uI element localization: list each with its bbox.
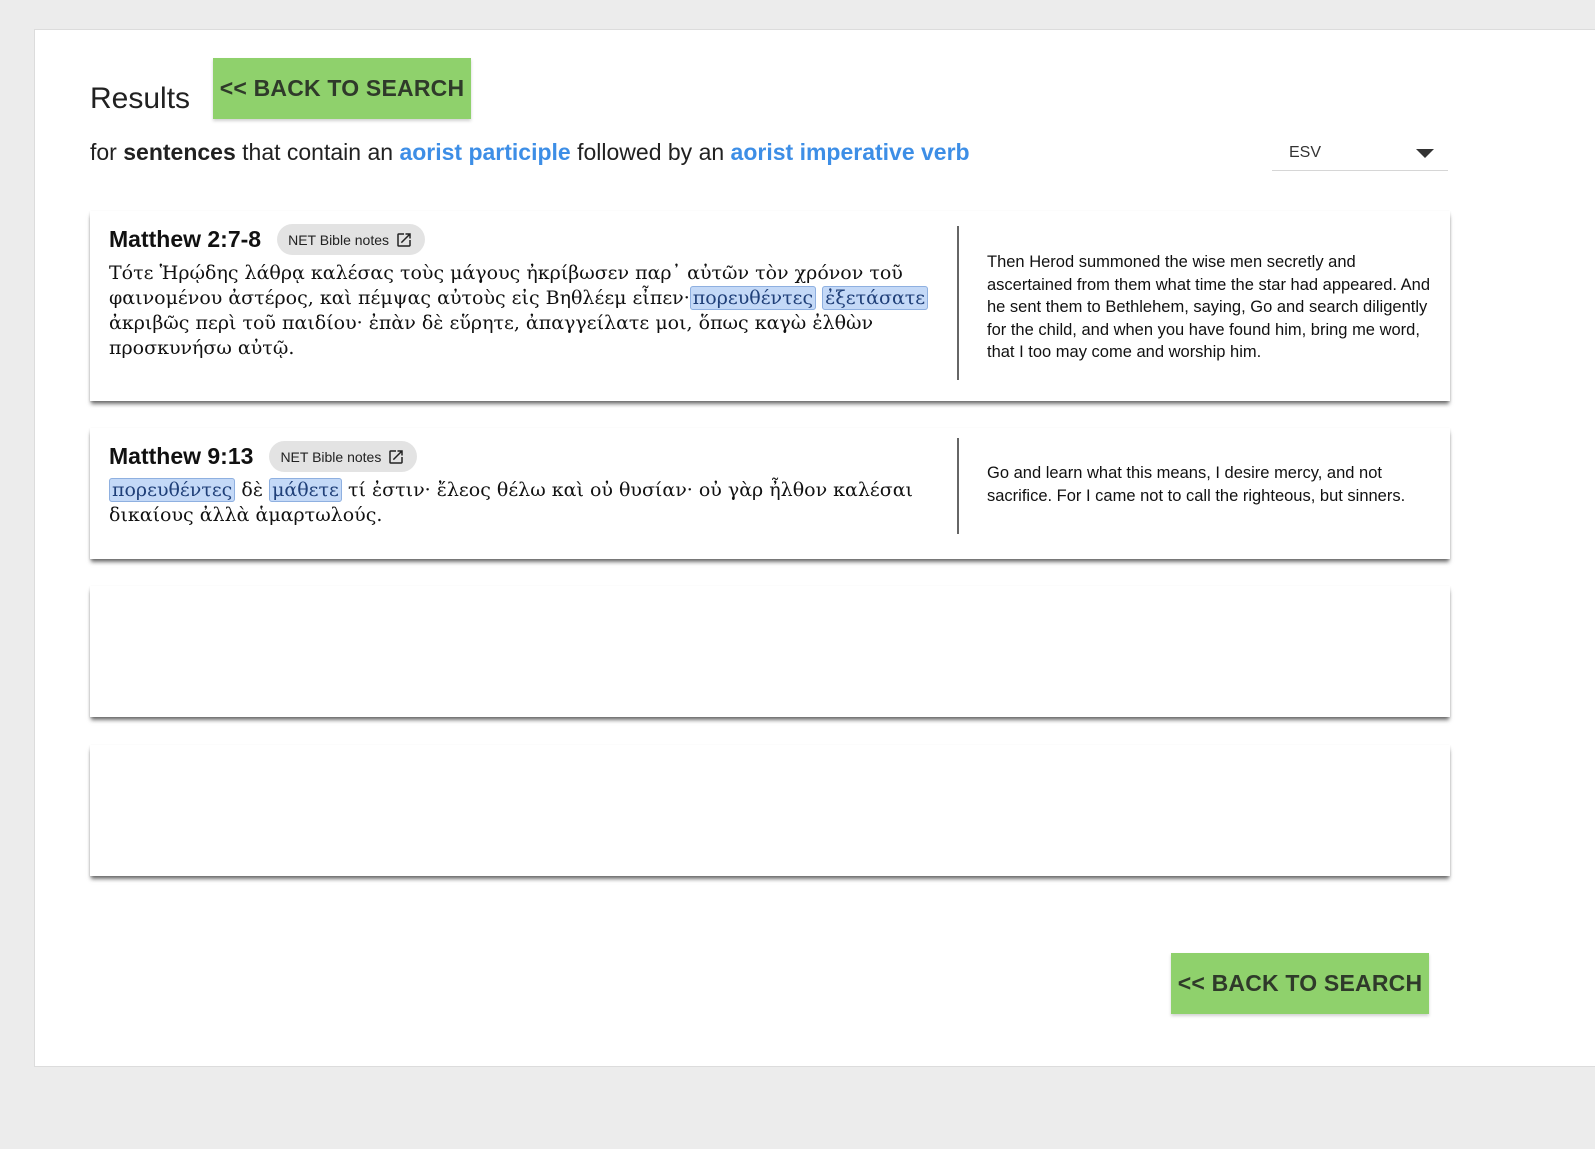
english-text: Then Herod summoned the wise men secretl… xyxy=(987,253,1431,362)
translation-select[interactable]: ESV xyxy=(1272,136,1448,171)
page-title: Results xyxy=(90,82,191,115)
column-divider xyxy=(957,438,959,534)
english-text: Go and learn what this means, I desire m… xyxy=(987,464,1406,505)
net-bible-notes-label: NET Bible notes xyxy=(288,231,389,248)
results-page: Results << BACK TO SEARCH for sentences … xyxy=(34,29,1595,1067)
empty-result-card xyxy=(90,745,1450,876)
result-card: Matthew 2:7-8 NET Bible notes Τότε Ἡρῴδη… xyxy=(90,211,1450,401)
query-term-2: aorist imperative verb xyxy=(730,139,970,165)
greek-text: Τότε Ἡρῴδης λάθρᾳ καλέσας τοὺς μάγους ἠκ… xyxy=(109,261,939,361)
back-to-search-button-bottom[interactable]: << BACK TO SEARCH xyxy=(1171,953,1429,1014)
greek-column: Matthew 2:7-8 NET Bible notes Τότε Ἡρῴδη… xyxy=(109,223,939,361)
translation-select-value: ESV xyxy=(1289,144,1322,161)
column-divider xyxy=(957,226,959,380)
open-in-new-icon xyxy=(389,449,404,464)
query-term-1: aorist participle xyxy=(399,139,571,165)
verse-reference: Matthew 2:7-8 xyxy=(109,226,262,252)
back-to-search-button[interactable]: << BACK TO SEARCH xyxy=(213,58,471,119)
open-in-new-icon xyxy=(397,232,411,247)
net-bible-notes-label: NET Bible notes xyxy=(280,448,382,465)
highlighted-imperative[interactable]: μάθετε xyxy=(269,478,342,502)
query-unit: sentences xyxy=(123,139,236,165)
query-description: for sentences that contain an aorist par… xyxy=(90,139,970,165)
highlighted-imperative[interactable]: ἐξετάσατε xyxy=(822,286,929,310)
net-bible-notes-link[interactable]: NET Bible notes xyxy=(269,441,418,472)
arrow-drop-down-icon xyxy=(1416,149,1434,158)
verse-reference: Matthew 9:13 xyxy=(109,443,254,469)
highlighted-participle[interactable]: πορευθέντες xyxy=(109,478,236,502)
empty-result-card xyxy=(90,586,1450,717)
highlighted-participle[interactable]: πορευθέντες xyxy=(689,286,817,310)
greek-column: Matthew 9:13 NET Bible notes πορευθέντες… xyxy=(109,440,939,528)
result-card: Matthew 9:13 NET Bible notes πορευθέντες… xyxy=(90,428,1450,559)
net-bible-notes-link[interactable]: NET Bible notes xyxy=(277,224,425,255)
greek-text: πορευθέντες δὲ μάθετε τί ἐστιν· ἔλεος θέ… xyxy=(109,478,914,526)
